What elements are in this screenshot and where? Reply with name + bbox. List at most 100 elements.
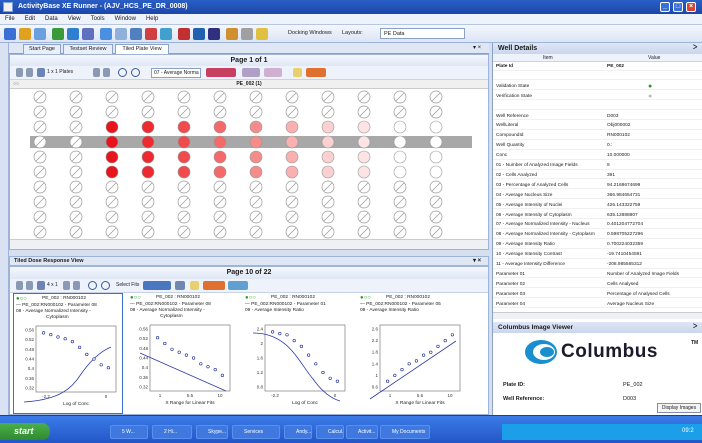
find-icon[interactable] xyxy=(34,28,46,40)
plate-well[interactable] xyxy=(321,210,335,224)
display-images-button[interactable]: Display Images xyxy=(657,403,701,413)
open-icon[interactable] xyxy=(19,28,31,40)
taskbar-task[interactable]: My Documents xyxy=(380,425,430,439)
dose-prev-page-icon[interactable] xyxy=(26,281,33,290)
plate-well[interactable] xyxy=(393,120,407,134)
dose-flags-icon[interactable] xyxy=(203,281,225,290)
plate-well[interactable] xyxy=(69,90,83,104)
plate-well[interactable] xyxy=(177,225,191,239)
plate-well[interactable] xyxy=(393,180,407,194)
plate-well[interactable] xyxy=(357,165,371,179)
plate-well[interactable] xyxy=(177,210,191,224)
property-row[interactable]: Parameter 02 Cells Analysed xyxy=(493,281,702,289)
run-icon[interactable] xyxy=(67,28,79,40)
plate-well[interactable] xyxy=(69,105,83,119)
plate-icon[interactable] xyxy=(100,28,112,40)
tool-icon[interactable] xyxy=(241,28,253,40)
first-page-icon[interactable] xyxy=(16,68,23,77)
plate-well[interactable] xyxy=(69,225,83,239)
dose-lock-icon[interactable] xyxy=(190,281,199,290)
menu-edit[interactable]: Edit xyxy=(20,14,40,25)
plate-well[interactable] xyxy=(213,105,227,119)
menu-help[interactable]: Help xyxy=(141,14,163,25)
dose-first-page-icon[interactable] xyxy=(16,281,23,290)
plate-well[interactable] xyxy=(429,135,443,149)
plate-well[interactable] xyxy=(249,150,263,164)
dose-chart-1[interactable]: ●○○ PE_002 : RN000102 — PE_002:RN000102 … xyxy=(13,293,123,414)
zoom-out-icon[interactable] xyxy=(131,68,140,77)
plate-well[interactable] xyxy=(321,120,335,134)
menu-view[interactable]: View xyxy=(63,14,86,25)
menu-data[interactable]: Data xyxy=(40,14,63,25)
menu-tools[interactable]: Tools xyxy=(86,14,110,25)
plate-well[interactable] xyxy=(249,105,263,119)
plate-well[interactable] xyxy=(33,165,47,179)
property-row[interactable]: 03 - Percentage of Analyzed Cells 94.2168… xyxy=(493,182,702,190)
dose-zoom-in-icon[interactable] xyxy=(88,281,97,290)
plate-well[interactable] xyxy=(105,195,119,209)
report-icon[interactable] xyxy=(178,28,190,40)
plate-well[interactable] xyxy=(33,90,47,104)
taskbar-task[interactable]: Activit... xyxy=(346,425,378,439)
plate-well[interactable] xyxy=(249,135,263,149)
property-row[interactable]: Verification State ● xyxy=(493,93,702,101)
plate-well[interactable] xyxy=(213,195,227,209)
details-scrollbar[interactable] xyxy=(493,312,702,319)
export-chart-icon[interactable] xyxy=(228,281,248,290)
plate-well[interactable] xyxy=(177,180,191,194)
property-row[interactable]: Conc 10.000000 xyxy=(493,152,702,160)
plate-well[interactable] xyxy=(429,180,443,194)
dose-zoom-out-icon[interactable] xyxy=(101,281,110,290)
plate-well[interactable] xyxy=(357,210,371,224)
maximize-button[interactable]: □ xyxy=(673,2,683,12)
filter-icon[interactable] xyxy=(242,68,260,77)
flags-icon[interactable] xyxy=(306,68,326,77)
plate-well[interactable] xyxy=(357,225,371,239)
plate-well[interactable] xyxy=(393,225,407,239)
plate-well[interactable] xyxy=(33,105,47,119)
plate-well[interactable] xyxy=(105,120,119,134)
menu-file[interactable]: File xyxy=(0,14,20,25)
refresh-icon[interactable] xyxy=(82,28,94,40)
plate-well[interactable] xyxy=(105,225,119,239)
property-row[interactable]: Validation State ● xyxy=(493,83,702,91)
plate-well[interactable] xyxy=(33,210,47,224)
plate-well[interactable] xyxy=(249,195,263,209)
taskbar-task[interactable]: Calcul... xyxy=(316,425,344,439)
plate-well[interactable] xyxy=(285,135,299,149)
tab-close-icon[interactable]: ▾ × xyxy=(473,44,481,51)
plate-well[interactable] xyxy=(177,90,191,104)
plate-well[interactable] xyxy=(33,135,47,149)
plate-well[interactable] xyxy=(177,165,191,179)
link-icon[interactable] xyxy=(160,28,172,40)
plate-well[interactable] xyxy=(393,195,407,209)
plate-well[interactable] xyxy=(33,120,47,134)
plate-well[interactable] xyxy=(213,210,227,224)
plate-well[interactable] xyxy=(393,105,407,119)
plate-well[interactable] xyxy=(285,180,299,194)
plate-well[interactable] xyxy=(105,210,119,224)
property-row[interactable]: 08 - Average Normalized Intensity - Cyto… xyxy=(493,231,702,239)
plate-well[interactable] xyxy=(105,135,119,149)
plate-well[interactable] xyxy=(141,180,155,194)
plate-well[interactable] xyxy=(141,105,155,119)
plate-well[interactable] xyxy=(429,195,443,209)
plate-well[interactable] xyxy=(33,195,47,209)
plate-well[interactable] xyxy=(285,90,299,104)
plate-well[interactable] xyxy=(141,90,155,104)
flag-icon[interactable] xyxy=(145,28,157,40)
tab-testset-review[interactable]: Testset Review xyxy=(63,44,113,54)
plate-well[interactable] xyxy=(429,225,443,239)
plate-well[interactable] xyxy=(213,90,227,104)
taskbar-task[interactable]: 2 Hi... xyxy=(152,425,192,439)
plate-well[interactable] xyxy=(177,135,191,149)
plate-well[interactable] xyxy=(321,225,335,239)
plate-well[interactable] xyxy=(249,165,263,179)
plate-well[interactable] xyxy=(69,135,83,149)
plate-well[interactable] xyxy=(249,180,263,194)
property-row[interactable]: 10 - Average Intensity Contrast -19.74104… xyxy=(493,251,702,259)
plate-well[interactable] xyxy=(285,165,299,179)
close-button[interactable]: × xyxy=(686,2,696,12)
plate-well[interactable] xyxy=(285,210,299,224)
dose-last-page-icon[interactable] xyxy=(73,281,80,290)
